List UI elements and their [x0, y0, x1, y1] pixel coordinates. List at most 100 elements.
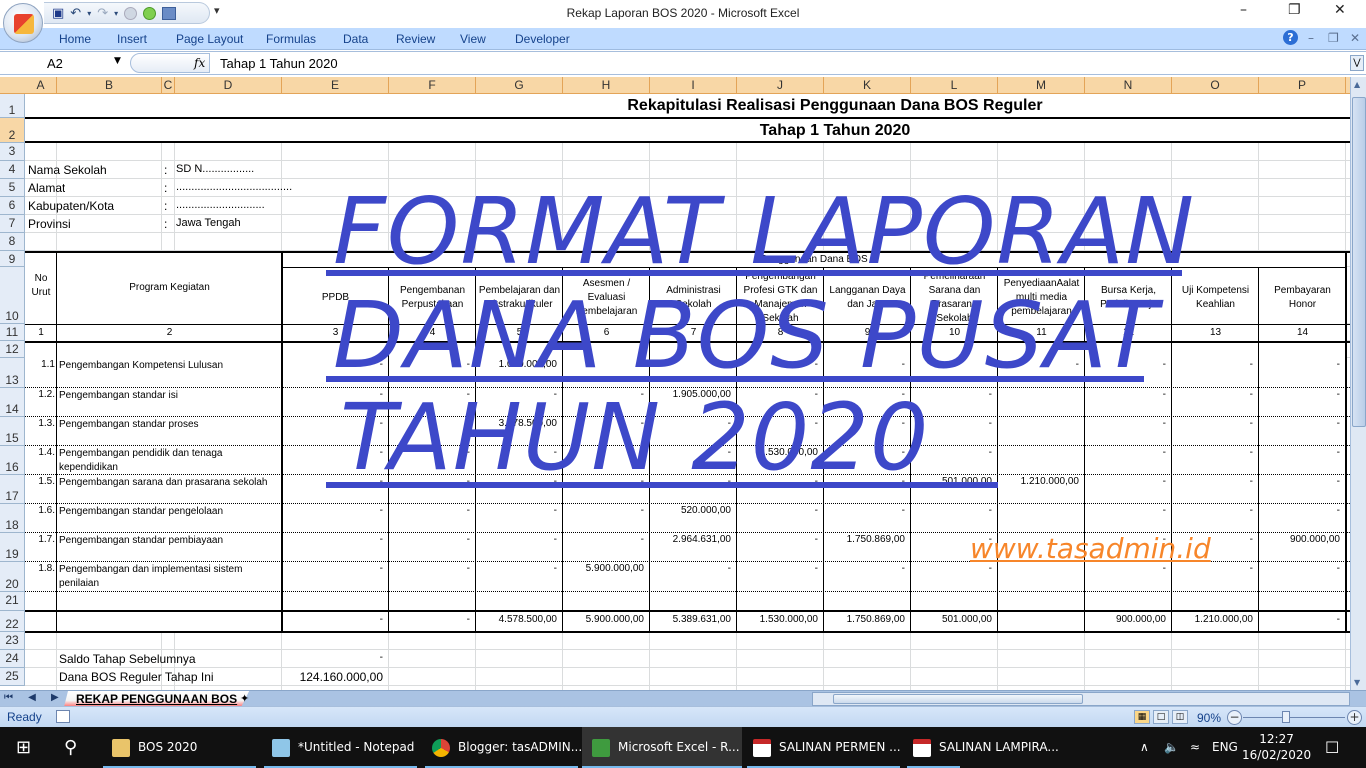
dana-value[interactable]: 124.160.000,00 [282, 670, 383, 684]
row-header-25[interactable]: 25 [0, 668, 25, 686]
row-header-23[interactable]: 23 [0, 632, 25, 650]
formula-input[interactable]: Tahap 1 Tahun 2020 [220, 56, 338, 71]
taskbar-item-chrome[interactable]: Blogger: tasADMIN... [425, 727, 582, 768]
item-value[interactable]: - [476, 563, 563, 574]
row-header-6[interactable]: 6 [0, 197, 25, 215]
search-icon[interactable]: ⚲ [64, 727, 77, 768]
info-value[interactable]: ...................................... [176, 181, 292, 193]
column-header-C[interactable]: C [162, 77, 175, 94]
expand-formula-bar-icon[interactable]: ⋁ [1350, 55, 1364, 71]
total-value[interactable]: 501.000,00 [911, 614, 998, 625]
item-value[interactable]: - [1085, 389, 1172, 400]
vertical-scroll-thumb[interactable] [1352, 97, 1366, 427]
column-header-K[interactable]: K [824, 77, 911, 94]
tab-formulas[interactable]: Formulas [266, 32, 316, 46]
item-value[interactable]: - [1085, 476, 1172, 487]
circle-green-icon[interactable] [143, 6, 157, 20]
circle-gray-icon[interactable] [124, 6, 138, 20]
column-header-B[interactable]: B [57, 77, 162, 94]
ribbon-minimize-icon[interactable]: – [1308, 31, 1314, 45]
row-header-7[interactable]: 7 [0, 215, 25, 233]
item-value[interactable]: - [650, 563, 737, 574]
item-value[interactable]: - [563, 505, 650, 516]
item-value[interactable]: - [563, 534, 650, 545]
column-header-D[interactable]: D [175, 77, 282, 94]
item-value[interactable]: - [1172, 447, 1259, 458]
item-value[interactable]: - [1259, 476, 1346, 487]
column-header-F[interactable]: F [389, 77, 476, 94]
total-value[interactable]: 1.530.000,00 [737, 614, 824, 625]
item-name[interactable]: Pengembangan standar pengelolaan [59, 505, 281, 519]
column-header-G[interactable]: G [476, 77, 563, 94]
row-header-8[interactable]: 8 [0, 233, 25, 251]
row-header-19[interactable]: 19 [0, 533, 25, 562]
row-header-3[interactable]: 3 [0, 143, 25, 161]
item-name[interactable]: Pengembangan standar pembiayaan [59, 534, 281, 548]
total-value[interactable]: - [282, 614, 389, 625]
row-header-11[interactable]: 11 [0, 324, 25, 341]
item-value[interactable]: - [1259, 505, 1346, 516]
info-value[interactable]: SD N................. [176, 163, 254, 175]
insert-function-button[interactable]: fx [130, 53, 210, 73]
tab-insert[interactable]: Insert [117, 32, 147, 46]
horizontal-scrollbar[interactable] [812, 692, 1350, 706]
macro-record-icon[interactable] [56, 710, 70, 723]
row-header-1[interactable]: 1 [0, 94, 25, 118]
item-value[interactable]: - [1172, 389, 1259, 400]
row-header-14[interactable]: 14 [0, 388, 25, 417]
row-header-12[interactable]: 12 [0, 341, 25, 358]
item-value[interactable]: - [389, 505, 476, 516]
zoom-slider-thumb[interactable] [1282, 711, 1290, 723]
scroll-up-icon[interactable]: ▲ [1354, 80, 1360, 89]
sheet-subtitle[interactable]: Tahap 1 Tahun 2020 [25, 122, 1345, 140]
sheet-tab-rekap[interactable]: REKAP PENGGUNAAN BOS [64, 691, 249, 707]
row-header-4[interactable]: 4 [0, 161, 25, 179]
normal-view-icon[interactable]: ▦ [1134, 710, 1150, 724]
item-value[interactable]: - [737, 534, 824, 545]
scroll-down-icon[interactable]: ▼ [1354, 678, 1360, 687]
total-value[interactable]: - [389, 614, 476, 625]
zoom-level[interactable]: 90% [1197, 711, 1221, 725]
row-header-2[interactable]: 2 [0, 118, 25, 143]
insert-sheet-icon[interactable]: ✦ [240, 692, 249, 705]
total-value[interactable]: 5.900.000,00 [563, 614, 650, 625]
item-value[interactable]: - [1259, 563, 1346, 574]
item-value[interactable]: - [282, 563, 389, 574]
row-header-21[interactable]: 21 [0, 592, 25, 611]
save-icon[interactable]: ▣ [52, 6, 64, 21]
item-value[interactable]: - [737, 505, 824, 516]
ribbon-close-icon[interactable]: ✕ [1350, 31, 1360, 45]
item-value[interactable]: - [824, 505, 911, 516]
info-value[interactable]: Jawa Tengah [176, 217, 241, 229]
item-value[interactable]: - [1172, 505, 1259, 516]
zoom-in-icon[interactable]: + [1347, 710, 1362, 725]
item-value[interactable]: - [911, 505, 998, 516]
column-header-H[interactable]: H [563, 77, 650, 94]
clock[interactable]: 12:27 16/02/2020 [1242, 731, 1311, 763]
item-name[interactable]: Pengembangan pendidik dan tenaga kependi… [59, 447, 281, 475]
close-icon[interactable]: ✕ [1334, 2, 1346, 18]
item-name[interactable]: Pengembangan Kompetensi Lulusan [59, 359, 281, 373]
item-value[interactable]: - [389, 563, 476, 574]
row-header-15[interactable]: 15 [0, 417, 25, 446]
item-value[interactable]: - [737, 563, 824, 574]
item-value[interactable]: - [282, 505, 389, 516]
taskbar-item-pdf-permen[interactable]: SALINAN PERMEN ... [747, 727, 901, 768]
taskbar-item-pdf-lampiran[interactable]: SALINAN LAMPIRA... [907, 727, 1060, 768]
total-value[interactable]: 1.210.000,00 [1172, 614, 1259, 625]
column-header-L[interactable]: L [911, 77, 998, 94]
item-value[interactable]: - [1085, 418, 1172, 429]
total-value[interactable]: 1.750.869,00 [824, 614, 911, 625]
item-value[interactable]: - [1085, 447, 1172, 458]
item-value[interactable]: 1.210.000,00 [998, 476, 1085, 487]
item-value[interactable]: - [476, 534, 563, 545]
wifi-icon[interactable]: ≈ [1190, 727, 1200, 768]
item-value[interactable]: 520.000,00 [650, 505, 737, 516]
volume-icon[interactable]: 🔈 [1164, 727, 1179, 768]
item-name[interactable]: Pengembangan standar proses [59, 418, 281, 432]
windows-start-icon[interactable]: ⊞ [16, 727, 31, 768]
tab-page-layout[interactable]: Page Layout [176, 32, 243, 46]
help-icon[interactable]: ? [1283, 30, 1298, 45]
row-header-16[interactable]: 16 [0, 446, 25, 475]
row-header-10[interactable]: 10 [0, 267, 25, 324]
